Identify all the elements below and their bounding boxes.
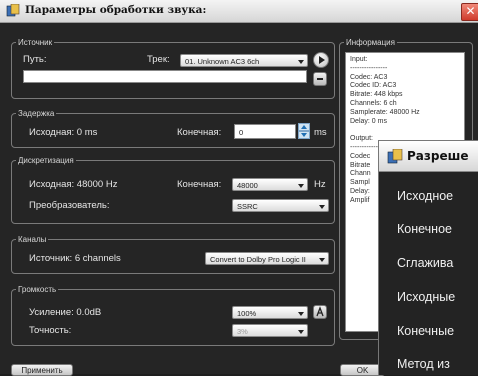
overlay-item: Исходные [397, 290, 456, 304]
precision-select[interactable]: 3% [232, 324, 308, 337]
info-line: Input: [350, 56, 368, 63]
apply-button[interactable]: Применить [11, 364, 73, 376]
title-bar: Параметры обработки звука: ✕ [0, 0, 478, 23]
auto-gain-button[interactable] [313, 305, 327, 319]
play-icon [319, 56, 325, 64]
delay-legend: Задержка [18, 109, 55, 118]
samplerate-select[interactable]: 48000 [232, 178, 308, 191]
samplerate-select-value: 48000 [237, 181, 258, 190]
source-group: Источник [11, 38, 335, 99]
sampling-target-label: Конечная: [177, 179, 222, 190]
channels-mode-value: Convert to Dolby Pro Logic II [210, 255, 306, 264]
overlay-item: Метод из [397, 357, 450, 371]
chevron-down-icon [298, 330, 304, 334]
track-label: Трек: [147, 54, 170, 65]
precision-label: Точность: [29, 325, 72, 336]
audio-settings-window: Параметры обработки звука: ✕ Источник Пу… [0, 0, 478, 376]
sampling-source-label: Исходная: 48000 Hz [29, 179, 118, 190]
delay-source-label: Исходная: 0 ms [29, 127, 98, 138]
channels-source-label: Источник: 6 channels [29, 253, 121, 264]
delay-input[interactable]: 0 [234, 124, 296, 139]
overlay-item: Исходное [397, 189, 454, 203]
info-line: ---------------- [350, 64, 388, 72]
precision-select-value: 3% [237, 327, 248, 336]
window-title: Параметры обработки звука: [25, 4, 207, 16]
chevron-down-icon [298, 312, 304, 316]
gain-select-value: 100% [237, 309, 257, 318]
info-line: Channels: 6 ch [350, 99, 397, 107]
info-legend: Информация [346, 38, 395, 47]
gain-label: Усиление: 0.0dB [29, 307, 102, 318]
play-button[interactable] [313, 52, 329, 68]
decrement-icon[interactable] [298, 131, 310, 139]
chevron-down-icon [319, 258, 325, 262]
track-select[interactable]: 01. Unknown AC3 6ch [180, 54, 308, 67]
sampling-legend: Дискретизация [18, 156, 74, 165]
resolution-dialog-title-bar: Разреше [379, 141, 478, 172]
info-line: Samplerate: 48000 Hz [350, 108, 420, 116]
close-icon: ✕ [465, 4, 476, 18]
chevron-down-icon [298, 60, 304, 64]
channels-mode-select[interactable]: Convert to Dolby Pro Logic II [205, 252, 329, 265]
auto-icon [316, 306, 324, 317]
chevron-down-icon [319, 205, 325, 209]
chevron-down-icon [298, 184, 304, 188]
overlay-item: Сглажива [397, 256, 454, 270]
delay-target-label: Конечная: [177, 127, 222, 138]
channels-legend: Каналы [18, 235, 47, 244]
delay-unit: ms [314, 127, 327, 138]
volume-legend: Громкость [18, 285, 57, 294]
converter-select[interactable]: SSRC [232, 199, 329, 212]
minus-icon [317, 78, 323, 80]
gain-select[interactable]: 100% [232, 306, 308, 319]
track-select-value: 01. Unknown AC3 6ch [185, 57, 260, 66]
path-label: Путь: [23, 54, 47, 65]
converter-select-value: SSRC [237, 202, 258, 211]
browse-button[interactable] [313, 72, 327, 86]
info-line: Codec ID: AC3 [350, 82, 397, 90]
app-icon [6, 4, 20, 17]
close-button[interactable]: ✕ [461, 3, 478, 21]
resolution-dialog: Разреше Исходное Конечное Сглажива Исход… [378, 140, 478, 375]
delay-stepper[interactable] [298, 123, 310, 139]
overlay-item: Конечные [397, 324, 455, 338]
source-legend: Источник [18, 38, 53, 47]
overlay-item: Конечное [397, 222, 452, 236]
app-icon [387, 149, 403, 164]
path-input[interactable] [23, 70, 307, 83]
increment-icon[interactable] [298, 123, 310, 131]
info-line: Codec: AC3 [350, 73, 388, 81]
converter-label: Преобразователь: [29, 200, 110, 211]
sampling-unit: Hz [314, 179, 326, 190]
resolution-dialog-title: Разреше [407, 149, 469, 163]
info-line: Delay: 0 ms [350, 117, 387, 125]
info-line: Bitrate: 448 kbps [350, 91, 403, 99]
info-line [350, 126, 460, 135]
